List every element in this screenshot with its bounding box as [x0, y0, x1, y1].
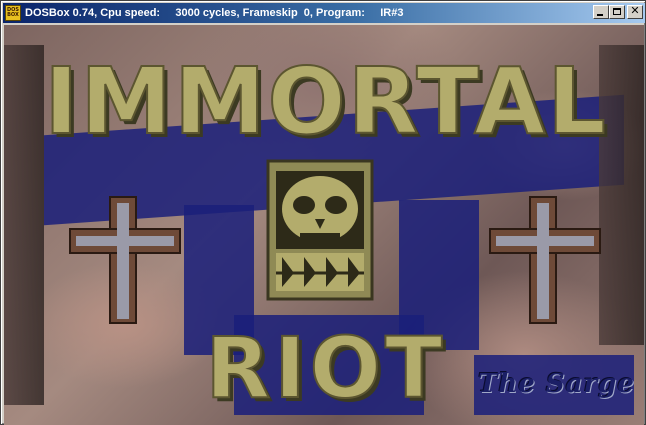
right-cross-icon	[489, 196, 601, 324]
minimize-icon	[597, 14, 603, 16]
title-bar[interactable]: DOS BOX DOSBox 0.74, Cpu speed: 3000 cyc…	[3, 3, 645, 23]
maximize-icon	[613, 8, 621, 15]
dosbox-window: DOS BOX DOSBox 0.74, Cpu speed: 3000 cyc…	[0, 0, 646, 425]
game-screen[interactable]: IMMORTAL IMMORTAL RIOT RIOT The Sarge	[4, 25, 644, 425]
credit-text: The Sarge	[478, 369, 635, 399]
left-cross-icon	[69, 196, 181, 324]
title-riot: RIOT	[206, 319, 447, 417]
title-art: IMMORTAL IMMORTAL RIOT RIOT	[43, 47, 610, 421]
app-icon-text-bottom: BOX	[7, 12, 19, 18]
skull-emblem-icon	[266, 159, 374, 301]
close-button[interactable]: ✕	[627, 4, 643, 19]
window-controls: ✕	[593, 4, 643, 19]
close-icon: ✕	[630, 4, 640, 17]
minimize-button[interactable]	[593, 5, 609, 19]
window-title: DOSBox 0.74, Cpu speed: 3000 cycles, Fra…	[25, 7, 404, 19]
maximize-button[interactable]	[609, 5, 625, 19]
dosbox-app-icon[interactable]: DOS BOX	[5, 5, 21, 21]
title-immortal: IMMORTAL	[44, 48, 608, 155]
